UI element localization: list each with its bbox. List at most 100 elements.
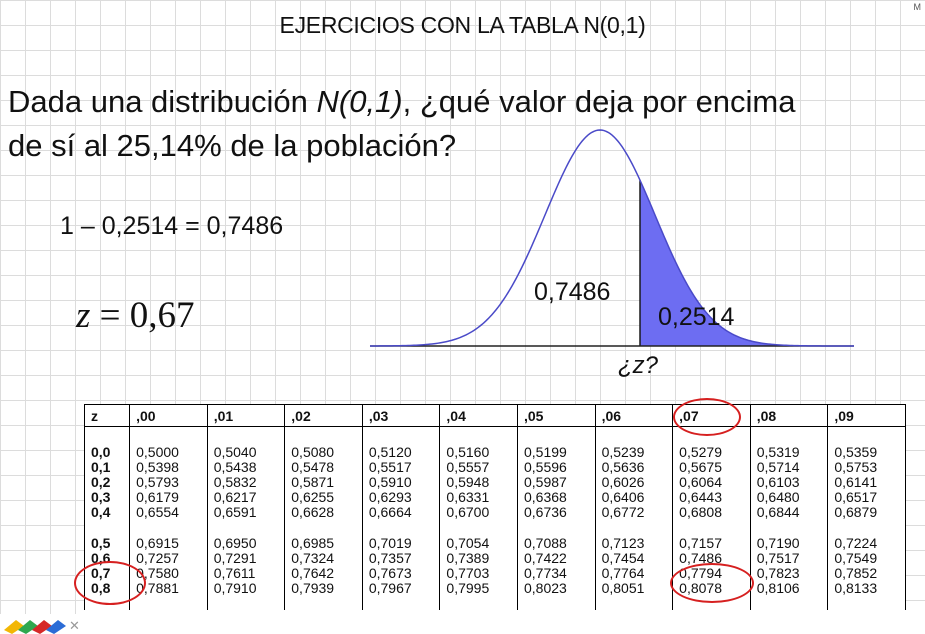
table-cell: 0,5279 <box>672 426 751 460</box>
table-cell: 0,7088 <box>517 520 596 551</box>
table-row: 0,3 0,6179 0,6217 0,6255 0,6293 0,6331 0,6368 0… <box>84 490 906 505</box>
table-cell: 0,7257 <box>129 551 208 566</box>
table-cell: 0,5160 <box>439 426 518 460</box>
table-cell: 0,7357 <box>361 551 441 566</box>
table-cell: 0,6064 <box>672 475 751 490</box>
table-cell: 0,6985 <box>284 520 363 551</box>
table-cell: 0,5987 <box>517 475 596 490</box>
table-row: 0,8 0,7881 0,7910 0,7939 0,7967 0,7995 0,8023 0… <box>84 581 906 610</box>
table-cell: 0,7054 <box>439 520 518 551</box>
table-cell: 0,7224 <box>827 520 906 551</box>
table-cell: 0,5714 <box>749 460 829 475</box>
table-row-z-value: 0,3 <box>84 490 131 505</box>
table-cell: 0,7910 <box>206 581 286 610</box>
table-row-z-value: 0,1 <box>84 460 131 475</box>
table-header-col: ,08 <box>749 404 829 427</box>
table-header-z: z <box>84 404 131 427</box>
z-table: z ,00,01,02,03,04,05,06,07,08,09 0,0 0,500… <box>84 404 906 610</box>
table-cell: 0,6700 <box>439 505 518 520</box>
table-cell: 0,7881 <box>129 581 208 610</box>
table-cell: 0,7611 <box>206 566 286 581</box>
table-cell: 0,7190 <box>749 520 829 551</box>
table-cell: 0,6591 <box>206 505 286 520</box>
table-cell: 0,6368 <box>517 490 596 505</box>
table-cell: 0,5832 <box>206 475 286 490</box>
table-cell: 0,6844 <box>749 505 829 520</box>
table-row-z-value: 0,5 <box>84 520 131 551</box>
table-cell: 0,6026 <box>594 475 674 490</box>
table-cell: 0,7995 <box>439 581 518 610</box>
table-row: 0,0 0,5000 0,5040 0,5080 0,5120 0,5160 0,5199 0… <box>84 426 906 460</box>
table-cell: 0,5871 <box>284 475 363 490</box>
table-cell: 0,6480 <box>749 490 829 505</box>
table-cell: 0,7823 <box>749 566 829 581</box>
table-row: 0,7 0,7580 0,7611 0,7642 0,7673 0,7703 0,7734 0… <box>84 566 906 581</box>
table-cell: 0,8023 <box>517 581 596 610</box>
table-header-col: ,05 <box>517 404 596 427</box>
table-cell: 0,6554 <box>129 505 208 520</box>
table-row-z-value: 0,2 <box>84 475 131 490</box>
table-cell: 0,6141 <box>827 475 906 490</box>
table-cell: 0,7967 <box>361 581 441 610</box>
question-line1-end: , ¿qué valor deja por encima <box>402 84 796 119</box>
table-cell: 0,8106 <box>749 581 829 610</box>
z-result: z = 0,67 <box>76 294 195 337</box>
table-cell: 0,7389 <box>439 551 518 566</box>
table-cell: 0,7580 <box>129 566 208 581</box>
z-variable: z <box>76 295 91 336</box>
table-row-z-value: 0,0 <box>84 426 131 460</box>
z-value: = 0,67 <box>90 295 195 336</box>
table-cell: 0,5557 <box>439 460 518 475</box>
table-cell: 0,7852 <box>827 566 906 581</box>
table-body: 0,0 0,5000 0,5040 0,5080 0,5120 0,5160 0,5199 0… <box>84 426 906 610</box>
table-cell: 0,6103 <box>749 475 829 490</box>
table-row: 0,5 0,6915 0,6950 0,6985 0,7019 0,7054 0,7088 0… <box>84 520 906 551</box>
table-header-col: ,04 <box>439 404 518 427</box>
table-cell: 0,5948 <box>439 475 518 490</box>
table-row-z-value: 0,6 <box>84 551 131 566</box>
table-cell: 0,7324 <box>284 551 363 566</box>
right-area-label: 0,2514 <box>658 303 735 331</box>
table-cell: 0,7291 <box>206 551 286 566</box>
table-cell: 0,7517 <box>749 551 829 566</box>
table-cell: 0,7454 <box>594 551 674 566</box>
slide-title: EJERCICIOS CON LA TABLA N(0,1) <box>279 12 646 38</box>
table-cell: 0,5120 <box>361 426 441 460</box>
table-cell: 0,6331 <box>439 490 518 505</box>
table-cell: 0,6915 <box>129 520 208 551</box>
table-cell: 0,8133 <box>827 581 906 610</box>
table-cell: 0,7422 <box>517 551 596 566</box>
table-cell: 0,7673 <box>361 566 441 581</box>
table-cell: 0,5319 <box>749 426 829 460</box>
table-cell: 0,7019 <box>361 520 441 551</box>
table-cell: 0,5359 <box>827 426 906 460</box>
table-cell: 0,5438 <box>206 460 286 475</box>
table-cell: 0,5199 <box>517 426 596 460</box>
table-cell: 0,6517 <box>827 490 906 505</box>
table-cell: 0,6736 <box>517 505 596 520</box>
table-cell: 0,7764 <box>594 566 674 581</box>
table-header-row: z ,00,01,02,03,04,05,06,07,08,09 <box>84 404 906 427</box>
table-cell: 0,5596 <box>517 460 596 475</box>
table-cell: 0,5793 <box>129 475 208 490</box>
table-cell: 0,5398 <box>129 460 208 475</box>
table-row-z-value: 0,8 <box>84 581 131 610</box>
table-header-col: ,06 <box>594 404 674 427</box>
left-area-label: 0,7486 <box>534 278 610 306</box>
table-cell: 0,7123 <box>594 520 674 551</box>
logo-icon: ✕ <box>4 618 80 634</box>
complement-equation: 1 – 0,2514 = 0,7486 <box>60 212 284 240</box>
table-cell: 0,6772 <box>594 505 674 520</box>
table-cell: 0,6255 <box>284 490 363 505</box>
table-cell: 0,5478 <box>284 460 363 475</box>
table-row: 0,4 0,6554 0,6591 0,6628 0,6664 0,6700 0,6736 0… <box>84 505 906 520</box>
table-cell: 0,6950 <box>206 520 286 551</box>
table-cell: 0,6293 <box>361 490 441 505</box>
table-cell: 0,7734 <box>517 566 596 581</box>
normal-distribution-table: z ,00,01,02,03,04,05,06,07,08,09 0,0 0,500… <box>84 404 906 616</box>
table-cell: 0,5910 <box>361 475 441 490</box>
table-cell: 0,7549 <box>827 551 906 566</box>
table-cell: 0,6217 <box>206 490 286 505</box>
table-header-col: ,03 <box>361 404 441 427</box>
table-header-col: ,02 <box>284 404 363 427</box>
